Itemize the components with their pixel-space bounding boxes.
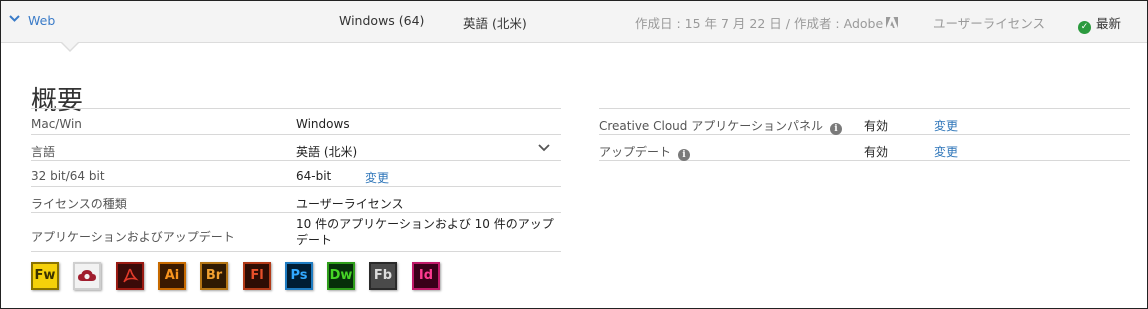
settings-table: Creative Cloud アプリケーションパネル i 有効 変更 アップデート… <box>599 108 1130 161</box>
app-code: Dw <box>329 268 353 283</box>
illustrator-icon[interactable]: Ai <box>158 262 186 290</box>
dreamweaver-icon[interactable]: Dw <box>327 262 355 290</box>
property-label: 言語 <box>31 145 56 159</box>
header-created: 作成日 : 15 年 7 月 22 日 / 作成者 : Adobe <box>635 13 899 32</box>
chevron-down-icon[interactable] <box>537 140 551 154</box>
app-code: Br <box>205 268 223 283</box>
acrobat-icon[interactable] <box>116 262 144 290</box>
property-value: 10 件のアプリケーションおよび 10 件のアップデート <box>296 217 554 247</box>
property-value: 64-bit <box>296 169 332 183</box>
property-row-apps: アプリケーションおよびアップデート 10 件のアプリケーションおよび 10 件の… <box>31 213 561 252</box>
fireworks-icon[interactable]: Fw <box>31 262 59 290</box>
header-status: ✓ 最新 <box>1078 13 1121 34</box>
photoshop-icon[interactable]: Ps <box>285 262 313 290</box>
change-bitness-link[interactable]: 変更 <box>365 169 389 186</box>
property-label: 32 bit/64 bit <box>31 169 105 183</box>
setting-row-updates: アップデート i 有効 変更 <box>599 135 1130 161</box>
setting-value: 有効 <box>864 145 889 159</box>
header-created-text: 作成日 : 15 年 7 月 22 日 / 作成者 : Adobe <box>635 16 884 31</box>
property-row-bitness: 32 bit/64 bit 64-bit 変更 <box>31 161 561 187</box>
setting-label: Creative Cloud アプリケーションパネル i <box>599 117 842 135</box>
bridge-icon[interactable]: Br <box>200 262 228 290</box>
app-code: Fw <box>34 268 56 283</box>
app-code: Fl <box>250 268 264 283</box>
property-row-language[interactable]: 言語 英語 (北米) <box>31 135 561 161</box>
product-panel: Web Windows (64) 英語 (北米) 作成日 : 15 年 7 月 … <box>0 0 1148 309</box>
property-label: アプリケーションおよびアップデート <box>31 230 235 244</box>
adobe-logo-icon <box>886 17 899 29</box>
change-panel-link[interactable]: 変更 <box>934 117 958 134</box>
header-os: Windows (64) <box>339 13 425 28</box>
header-pointer <box>61 41 79 50</box>
indesign-icon[interactable]: Id <box>412 262 440 290</box>
change-updates-link[interactable]: 変更 <box>934 143 958 160</box>
setting-label: アップデート i <box>599 143 691 161</box>
flash-builder-icon[interactable]: Fb <box>369 262 397 290</box>
header-bar[interactable]: Web Windows (64) 英語 (北米) 作成日 : 15 年 7 月 … <box>1 1 1147 43</box>
property-row-platform: Mac/Win Windows <box>31 109 561 135</box>
header-license-type: ユーザーライセンス <box>933 16 1046 31</box>
web-package-link[interactable]: Web <box>28 13 55 28</box>
header-language: 英語 (北米) <box>463 16 527 31</box>
info-icon[interactable]: i <box>829 123 842 135</box>
app-code: Fb <box>373 268 393 283</box>
property-value: Windows <box>296 117 350 131</box>
app-code: Ps <box>290 268 308 283</box>
property-label: Mac/Win <box>31 117 82 131</box>
status-label: 最新 <box>1096 16 1122 31</box>
property-label: ライセンスの種類 <box>31 197 127 211</box>
setting-label-text: Creative Cloud アプリケーションパネル <box>599 119 823 133</box>
app-code: Ai <box>164 268 180 283</box>
setting-label-text: アップデート <box>599 145 672 159</box>
setting-value: 有効 <box>864 119 889 133</box>
app-code: Id <box>418 268 434 283</box>
flash-icon[interactable]: Fl <box>243 262 271 290</box>
language-select-value[interactable]: 英語 (北米) <box>296 143 357 160</box>
chevron-down-icon[interactable] <box>9 13 20 27</box>
setting-row-panel: Creative Cloud アプリケーションパネル i 有効 変更 <box>599 109 1130 135</box>
property-value: ユーザーライセンス <box>296 197 404 211</box>
creative-cloud-icon[interactable] <box>73 262 101 290</box>
property-row-license: ライセンスの種類 ユーザーライセンス <box>31 187 561 213</box>
check-icon: ✓ <box>1078 21 1091 34</box>
info-icon[interactable]: i <box>678 149 691 161</box>
properties-table: Mac/Win Windows 言語 英語 (北米) 32 bit/64 bit… <box>31 108 561 252</box>
